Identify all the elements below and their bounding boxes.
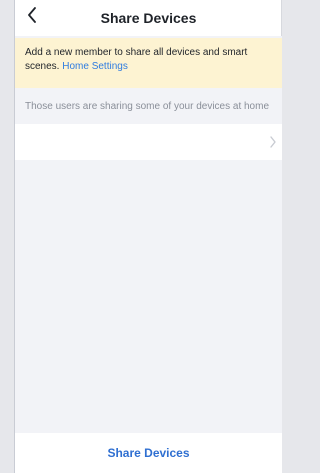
sharing-info-text: Those users are sharing some of your dev… (25, 101, 270, 112)
chevron-right-icon (269, 135, 277, 149)
bottom-bar: Share Devices (15, 433, 282, 473)
app-window: Share Devices Add a new member to share … (14, 0, 282, 473)
info-banner: Add a new member to share all devices an… (15, 38, 282, 88)
shared-user-row[interactable] (15, 124, 282, 160)
share-devices-button[interactable]: Share Devices (95, 440, 201, 466)
banner-text: Add a new member to share all devices an… (25, 47, 248, 72)
home-settings-link[interactable]: Home Settings (62, 61, 128, 72)
divider (281, 0, 282, 36)
page-title: Share Devices (100, 10, 197, 26)
top-bar: Share Devices (15, 0, 282, 36)
